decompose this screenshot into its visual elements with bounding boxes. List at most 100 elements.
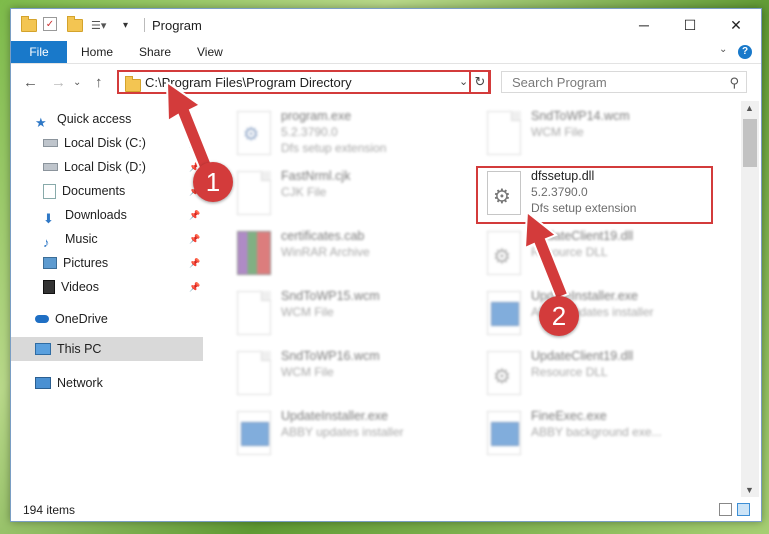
file-type: ABBY updates installer (281, 425, 404, 439)
tab-view[interactable]: View (197, 41, 223, 63)
exe-window-icon (487, 291, 521, 335)
properties-icon[interactable]: ✓ (43, 17, 57, 31)
sidebar-item-label: OneDrive (55, 312, 108, 326)
up-button[interactable]: ↑ (95, 74, 103, 91)
exe-window-icon (237, 411, 271, 455)
file-item[interactable]: SndToWP15.wcm WCM File (237, 287, 487, 345)
document-icon (487, 111, 521, 155)
details-view-icon[interactable] (719, 503, 732, 516)
sidebar-item-music[interactable]: ♪ Music (43, 228, 98, 250)
drive-icon (43, 139, 58, 147)
vertical-scrollbar[interactable]: ▲ ▼ (741, 101, 759, 497)
file-item[interactable]: FastNrml.cjk CJK File (237, 167, 487, 225)
tab-file[interactable]: File (11, 41, 67, 63)
tab-share[interactable]: Share (139, 41, 171, 63)
file-item[interactable]: ⚙ program.exe 5.2.3790.0 Dfs setup exten… (237, 107, 487, 165)
document-icon (237, 351, 271, 395)
maximize-button[interactable]: ☐ (667, 9, 713, 41)
file-item[interactable]: ⚙ UpdateClient19.dll Resource DLL (487, 227, 737, 285)
pin-icon[interactable]: 📌 (189, 210, 200, 221)
address-dropdown-icon[interactable]: ⌄ (459, 75, 468, 88)
file-name: SndToWP16.wcm (281, 349, 380, 363)
sidebar-item-local-disk-d[interactable]: Local Disk (D:) (43, 156, 146, 178)
search-icon[interactable]: ⚲ (729, 75, 739, 91)
recent-locations-button[interactable]: ⌄ (73, 77, 81, 88)
item-count: 194 items (23, 503, 76, 517)
help-icon[interactable]: ? (738, 45, 752, 59)
status-bar: 194 items (11, 499, 761, 521)
sidebar-item-local-disk-c[interactable]: Local Disk (C:) (43, 132, 146, 154)
file-type: WCM File (281, 305, 334, 319)
file-name: SndToWP14.wcm (531, 109, 630, 123)
exe-window-icon (487, 411, 521, 455)
sidebar-item-label: Videos (61, 280, 99, 294)
scroll-down-icon[interactable]: ▼ (745, 485, 754, 495)
file-type: WinRAR Archive (281, 245, 370, 259)
address-bar[interactable]: C:\Program Files\Program Directory ⌄ (117, 70, 490, 94)
file-name: UpdateClient19.dll (531, 349, 634, 363)
network-icon (35, 377, 51, 389)
customize-toolbar-icon[interactable]: ☰▾ (91, 17, 106, 33)
folder-icon (21, 15, 37, 33)
folder-icon (125, 76, 141, 92)
back-button[interactable]: ← (23, 74, 38, 91)
quick-access-dropdown-icon[interactable]: ▾ (123, 17, 128, 33)
forward-button[interactable]: → (51, 74, 66, 91)
sidebar-item-videos[interactable]: Videos (43, 276, 99, 298)
file-item[interactable]: SndToWP16.wcm WCM File (237, 347, 487, 405)
pin-icon[interactable]: 📌 (189, 258, 200, 269)
pc-icon (35, 343, 51, 355)
sidebar-item-network[interactable]: Network (35, 372, 103, 394)
scroll-up-icon[interactable]: ▲ (745, 103, 754, 113)
file-type: WCM File (531, 125, 584, 139)
highlight-box (476, 166, 713, 224)
explorer-window: ✓ ☰▾ ▾ Program ─ ☐ ✕ File Home Share Vie… (10, 8, 762, 522)
sidebar-item-downloads[interactable]: ⬇ Downloads (43, 204, 127, 226)
file-type: CJK File (281, 185, 327, 199)
file-item[interactable]: UpdateInstaller.exe ABBY updates install… (237, 407, 487, 465)
scrollbar-thumb[interactable] (743, 119, 757, 167)
sidebar-item-this-pc[interactable]: This PC (35, 338, 101, 360)
sidebar-item-label: Quick access (57, 112, 132, 126)
music-icon: ♪ (43, 235, 50, 250)
file-item[interactable]: UpdateInstaller.exe ABBY updates install… (487, 287, 737, 345)
pin-icon[interactable]: 📌 (189, 138, 200, 149)
minimize-button[interactable]: ─ (621, 9, 667, 41)
downloads-icon: ⬇ (43, 211, 54, 226)
search-placeholder: Search Program (512, 75, 607, 90)
sidebar-item-label: Local Disk (C:) (64, 136, 146, 150)
sidebar-item-onedrive[interactable]: OneDrive (35, 308, 108, 330)
pin-icon[interactable]: 📌 (189, 234, 200, 245)
new-folder-icon[interactable] (67, 15, 83, 33)
pin-icon[interactable]: 📌 (189, 282, 200, 293)
navigation-pane: ★ Quick access Local Disk (C:) Local Dis… (11, 101, 207, 487)
sidebar-item-quick-access[interactable]: ★ Quick access (35, 108, 131, 130)
sidebar-item-pictures[interactable]: Pictures (43, 252, 108, 274)
setup-icon: ⚙ (237, 111, 271, 155)
file-type: Resource DLL (531, 245, 608, 259)
winrar-icon (237, 231, 271, 275)
tab-home[interactable]: Home (81, 41, 113, 63)
sidebar-item-documents[interactable]: Documents (43, 180, 125, 202)
file-item[interactable]: SndToWP14.wcm WCM File (487, 107, 737, 165)
search-input[interactable]: Search Program ⚲ (501, 71, 747, 93)
pictures-icon (43, 257, 57, 269)
drive-icon (43, 163, 58, 171)
large-icons-view-icon[interactable] (737, 503, 750, 516)
file-item[interactable]: ⚙ UpdateClient19.dll Resource DLL (487, 347, 737, 405)
documents-icon (43, 183, 56, 199)
document-icon (237, 291, 271, 335)
address-path[interactable]: C:\Program Files\Program Directory (145, 75, 352, 90)
videos-icon (43, 280, 55, 294)
file-item[interactable]: FineExec.exe ABBY background exe... (487, 407, 737, 465)
refresh-button[interactable]: ↻ (469, 70, 491, 94)
sidebar-item-label: Pictures (63, 256, 109, 270)
sidebar-item-label: Documents (62, 184, 126, 198)
ribbon-expand-icon[interactable]: ⌄ (719, 44, 727, 55)
step-badge-2: 2 (539, 296, 579, 336)
file-type: WCM File (281, 365, 334, 379)
file-name: UpdateInstaller.exe (281, 409, 389, 423)
file-item[interactable]: certificates.cab WinRAR Archive (237, 227, 487, 285)
file-name: FastNrml.cjk (281, 169, 351, 183)
close-button[interactable]: ✕ (713, 9, 759, 41)
